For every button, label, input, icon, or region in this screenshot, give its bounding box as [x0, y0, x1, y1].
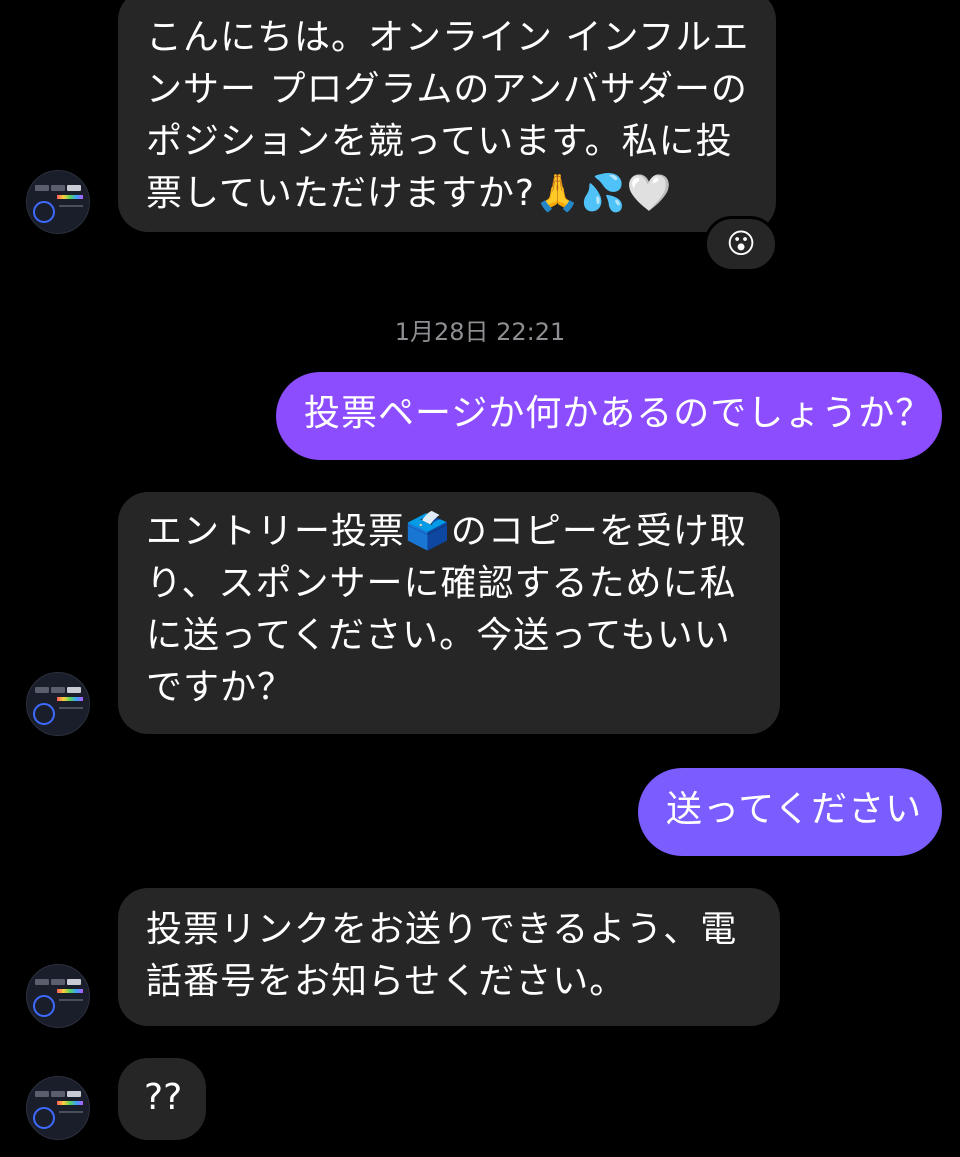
message-text: エントリー投票🗳️のコピーを受け取り、スポンサーに確認するために私に送ってくださ… [146, 511, 747, 708]
sender-avatar[interactable] [26, 964, 90, 1028]
sender-avatar[interactable] [26, 672, 90, 736]
message-text: 投票リンクをお送りできるよう、電話番号をお知らせください。 [146, 909, 738, 1002]
incoming-message-bubble[interactable]: こんにちは。オンライン インフルエンサー プログラムのアンバサダーのポジションを… [118, 0, 776, 232]
incoming-message-bubble[interactable]: 投票リンクをお送りできるよう、電話番号をお知らせください。 [118, 888, 780, 1026]
reaction-badge[interactable]: 😮 [704, 216, 778, 272]
message-timestamp: 1月28日 22:21 [394, 318, 566, 346]
sender-avatar[interactable] [26, 1076, 90, 1140]
outgoing-message-bubble[interactable]: 投票ページか何かあるのでしょうか？ [276, 372, 942, 460]
message-text: こんにちは。オンライン インフルエンサー プログラムのアンバサダーのポジションを… [146, 17, 750, 214]
message-text: 投票ページか何かあるのでしょうか？ [304, 393, 933, 434]
incoming-message-bubble[interactable]: エントリー投票🗳️のコピーを受け取り、スポンサーに確認するために私に送ってくださ… [118, 492, 780, 734]
incoming-message-bubble[interactable]: ?? [118, 1058, 206, 1140]
outgoing-message-bubble[interactable]: 送ってください [638, 768, 942, 856]
surprised-face-emoji-icon: 😮 [726, 227, 756, 260]
sender-avatar[interactable] [26, 170, 90, 234]
message-text: ?? [144, 1077, 183, 1118]
message-text: 送ってください [666, 789, 923, 830]
